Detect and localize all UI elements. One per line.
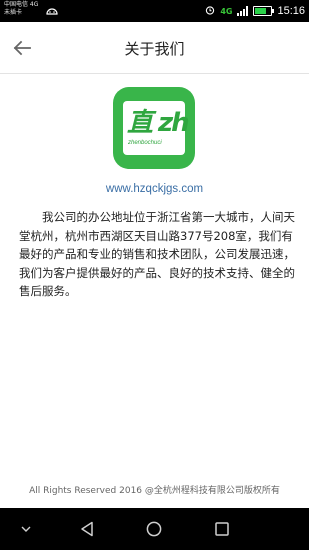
carrier-info: 中国电信 4G 未插卡 (4, 1, 38, 17)
chevron-down-icon (21, 526, 31, 532)
clock: 15:16 (277, 5, 305, 17)
recents-square-icon (215, 522, 229, 536)
sim-status: 未插卡 (4, 9, 23, 16)
company-logo: 直 zh zhenbochuci (113, 87, 195, 169)
copyright-text: All Rights Reserved 2016 @全杭州程科技有限公司版权所有 (29, 486, 280, 496)
signal-icon (237, 6, 249, 16)
network-type: 4G (220, 6, 233, 16)
home-circle-icon (146, 521, 162, 537)
website-link[interactable]: www.hzqckjgs.com (0, 183, 309, 195)
carrier-name: 中国电信 4G (4, 1, 39, 8)
status-right: 4G 15:16 (205, 0, 305, 22)
navigation-bar (0, 508, 309, 550)
battery-level (255, 8, 266, 14)
page-title: 关于我们 (124, 40, 185, 58)
battery-icon (253, 6, 275, 16)
nav-recents-button[interactable] (207, 508, 237, 550)
company-description: 我公司的办公地址位于浙江省第一大城市，人间天堂杭州，杭州市西湖区天目山路377号… (19, 210, 295, 298)
logo-subtitle: zhenbochuci (128, 140, 162, 146)
app-bar: 关于我们 (0, 22, 309, 74)
status-bar: 中国电信 4G 未插卡 4G 15:16 (0, 0, 309, 22)
hide-nav-button[interactable] (14, 508, 38, 550)
nav-home-button[interactable] (139, 508, 169, 550)
logo-glyphs: 直 zh (127, 108, 190, 138)
nav-back-button[interactable] (72, 508, 102, 550)
back-triangle-icon (81, 521, 93, 537)
alarm-icon (205, 5, 215, 18)
android-debug-icon (46, 6, 58, 18)
